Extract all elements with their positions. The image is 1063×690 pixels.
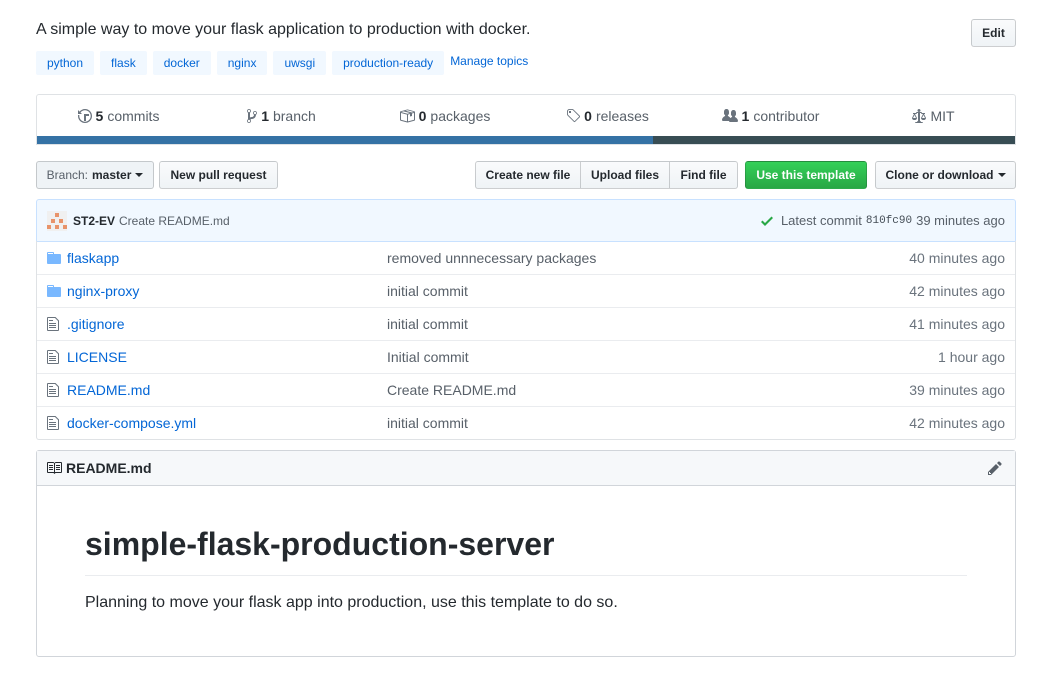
file-commit-message[interactable]: removed unnnecessary packages xyxy=(387,250,865,266)
topic-tag[interactable]: flask xyxy=(100,51,147,75)
file-icon xyxy=(37,415,67,431)
topic-tag[interactable]: production-ready xyxy=(332,51,445,75)
upload-files-button[interactable]: Upload files xyxy=(580,161,670,189)
file-icon xyxy=(37,382,67,398)
file-commit-message[interactable]: initial commit xyxy=(387,283,865,299)
commit-age: 39 minutes ago xyxy=(916,213,1005,228)
branches-count: 1 xyxy=(261,108,269,124)
branches-label: branch xyxy=(272,108,316,124)
folder-icon xyxy=(37,250,67,266)
numbers-summary: 5 commits 1 branch 0 packages 0 releases… xyxy=(36,94,1016,145)
law-icon xyxy=(912,109,927,123)
file-age: 42 minutes ago xyxy=(909,283,1005,299)
readme-title: simple-flask-production-server xyxy=(85,526,967,576)
check-icon xyxy=(760,216,773,226)
history-icon xyxy=(77,109,92,123)
readme-filename: README.md xyxy=(66,460,152,476)
file-icon xyxy=(37,349,67,365)
language-segment-dockerfile[interactable] xyxy=(653,136,1015,144)
table-row: .gitignore initial commit 41 minutes ago xyxy=(37,307,1015,340)
branch-prefix: Branch: xyxy=(46,168,88,182)
file-name-link[interactable]: .gitignore xyxy=(67,316,387,332)
package-icon xyxy=(399,109,415,123)
file-age: 40 minutes ago xyxy=(909,249,1005,266)
file-name-link[interactable]: nginx-proxy xyxy=(67,283,387,299)
file-age: 39 minutes ago xyxy=(909,382,1005,398)
packages-label: packages xyxy=(430,108,491,124)
commits-count: 5 xyxy=(95,108,104,124)
summary-contributors[interactable]: 1 contributor xyxy=(689,95,852,137)
summary-packages[interactable]: 0 packages xyxy=(363,95,526,137)
file-commit-message[interactable]: initial commit xyxy=(387,316,865,332)
folder-icon xyxy=(37,283,67,299)
topic-tag[interactable]: uwsgi xyxy=(273,51,327,75)
commit-message[interactable]: Create README.md xyxy=(119,214,230,228)
avatar[interactable] xyxy=(47,210,67,231)
packages-count: 0 xyxy=(418,108,427,124)
table-row: README.md Create README.md 39 minutes ag… xyxy=(37,373,1015,406)
file-name-link[interactable]: LICENSE xyxy=(67,349,387,365)
releases-count: 0 xyxy=(584,108,592,124)
commit-sha[interactable]: 810fc90 xyxy=(866,215,912,227)
file-age: 42 minutes ago xyxy=(909,415,1005,431)
dropdown-caret-icon xyxy=(135,173,144,177)
clone-download-button[interactable]: Clone or download xyxy=(875,161,1016,189)
contributors-label: contributor xyxy=(753,108,820,124)
readme-panel: README.md simple-flask-production-server… xyxy=(36,450,1016,657)
file-commit-message[interactable]: Initial commit xyxy=(387,349,865,365)
summary-license[interactable]: MIT xyxy=(852,95,1015,137)
topic-tag[interactable]: nginx xyxy=(216,51,268,75)
find-file-button[interactable]: Find file xyxy=(669,161,738,189)
file-icon xyxy=(37,316,67,332)
license-label: MIT xyxy=(930,108,955,124)
readme-body: simple-flask-production-server Planning … xyxy=(37,526,1015,612)
book-icon xyxy=(47,462,62,474)
edit-readme-button[interactable] xyxy=(988,460,1006,476)
new-pull-request-button[interactable]: New pull request xyxy=(159,161,278,189)
edit-description-button[interactable]: Edit xyxy=(971,19,1016,47)
summary-branches[interactable]: 1 branch xyxy=(200,95,363,137)
pencil-icon xyxy=(988,461,1002,475)
readme-text: Planning to move your flask app into pro… xyxy=(85,594,618,611)
commits-label: commits xyxy=(107,108,160,124)
file-list: flaskapp removed unnnecessary packages 4… xyxy=(36,241,1016,440)
table-row: docker-compose.yml initial commit 42 min… xyxy=(37,406,1015,439)
branch-icon xyxy=(247,108,258,123)
file-name-link[interactable]: flaskapp xyxy=(67,250,387,266)
language-segment-python[interactable] xyxy=(37,136,654,144)
topic-tag[interactable]: docker xyxy=(152,51,211,75)
repo-description: A simple way to move your flask applicat… xyxy=(36,21,531,38)
file-commit-message[interactable]: initial commit xyxy=(387,415,865,431)
file-name-link[interactable]: docker-compose.yml xyxy=(67,415,387,431)
file-age: 1 hour ago xyxy=(938,349,1005,365)
table-row: flaskapp removed unnnecessary packages 4… xyxy=(37,241,1015,274)
branch-select-button[interactable]: Branch: master xyxy=(36,161,154,189)
releases-label: releases xyxy=(595,108,649,124)
people-icon xyxy=(721,109,738,122)
summary-releases[interactable]: 0 releases xyxy=(526,95,689,137)
table-row: LICENSE Initial commit 1 hour ago xyxy=(37,340,1015,373)
use-template-button[interactable]: Use this template xyxy=(745,161,867,189)
readme-header: README.md xyxy=(37,451,1015,486)
tag-icon xyxy=(567,109,581,123)
table-row: nginx-proxy initial commit 42 minutes ag… xyxy=(37,274,1015,307)
manage-topics-link[interactable]: Manage topics xyxy=(450,54,528,68)
commit-author[interactable]: ST2-EV xyxy=(73,214,115,228)
file-age: 41 minutes ago xyxy=(909,316,1005,332)
branch-name: master xyxy=(92,168,132,182)
summary-commits[interactable]: 5 commits xyxy=(37,95,200,137)
contributors-count: 1 xyxy=(741,108,750,124)
clone-download-label: Clone or download xyxy=(885,168,994,182)
commit-meta: Latest commit 810fc90 39 minutes ago xyxy=(760,213,1005,229)
latest-commit-bar: ST2-EV Create README.md Latest commit 81… xyxy=(36,199,1016,242)
create-new-file-button[interactable]: Create new file xyxy=(475,161,581,189)
language-bar[interactable] xyxy=(37,136,1015,144)
latest-commit-label: Latest commit xyxy=(780,213,862,228)
topics-list: python flask docker nginx uwsgi producti… xyxy=(36,51,528,75)
file-name-link[interactable]: README.md xyxy=(67,382,387,398)
dropdown-caret-icon xyxy=(997,173,1006,177)
file-commit-message[interactable]: Create README.md xyxy=(387,382,865,398)
topic-tag[interactable]: python xyxy=(36,51,95,75)
